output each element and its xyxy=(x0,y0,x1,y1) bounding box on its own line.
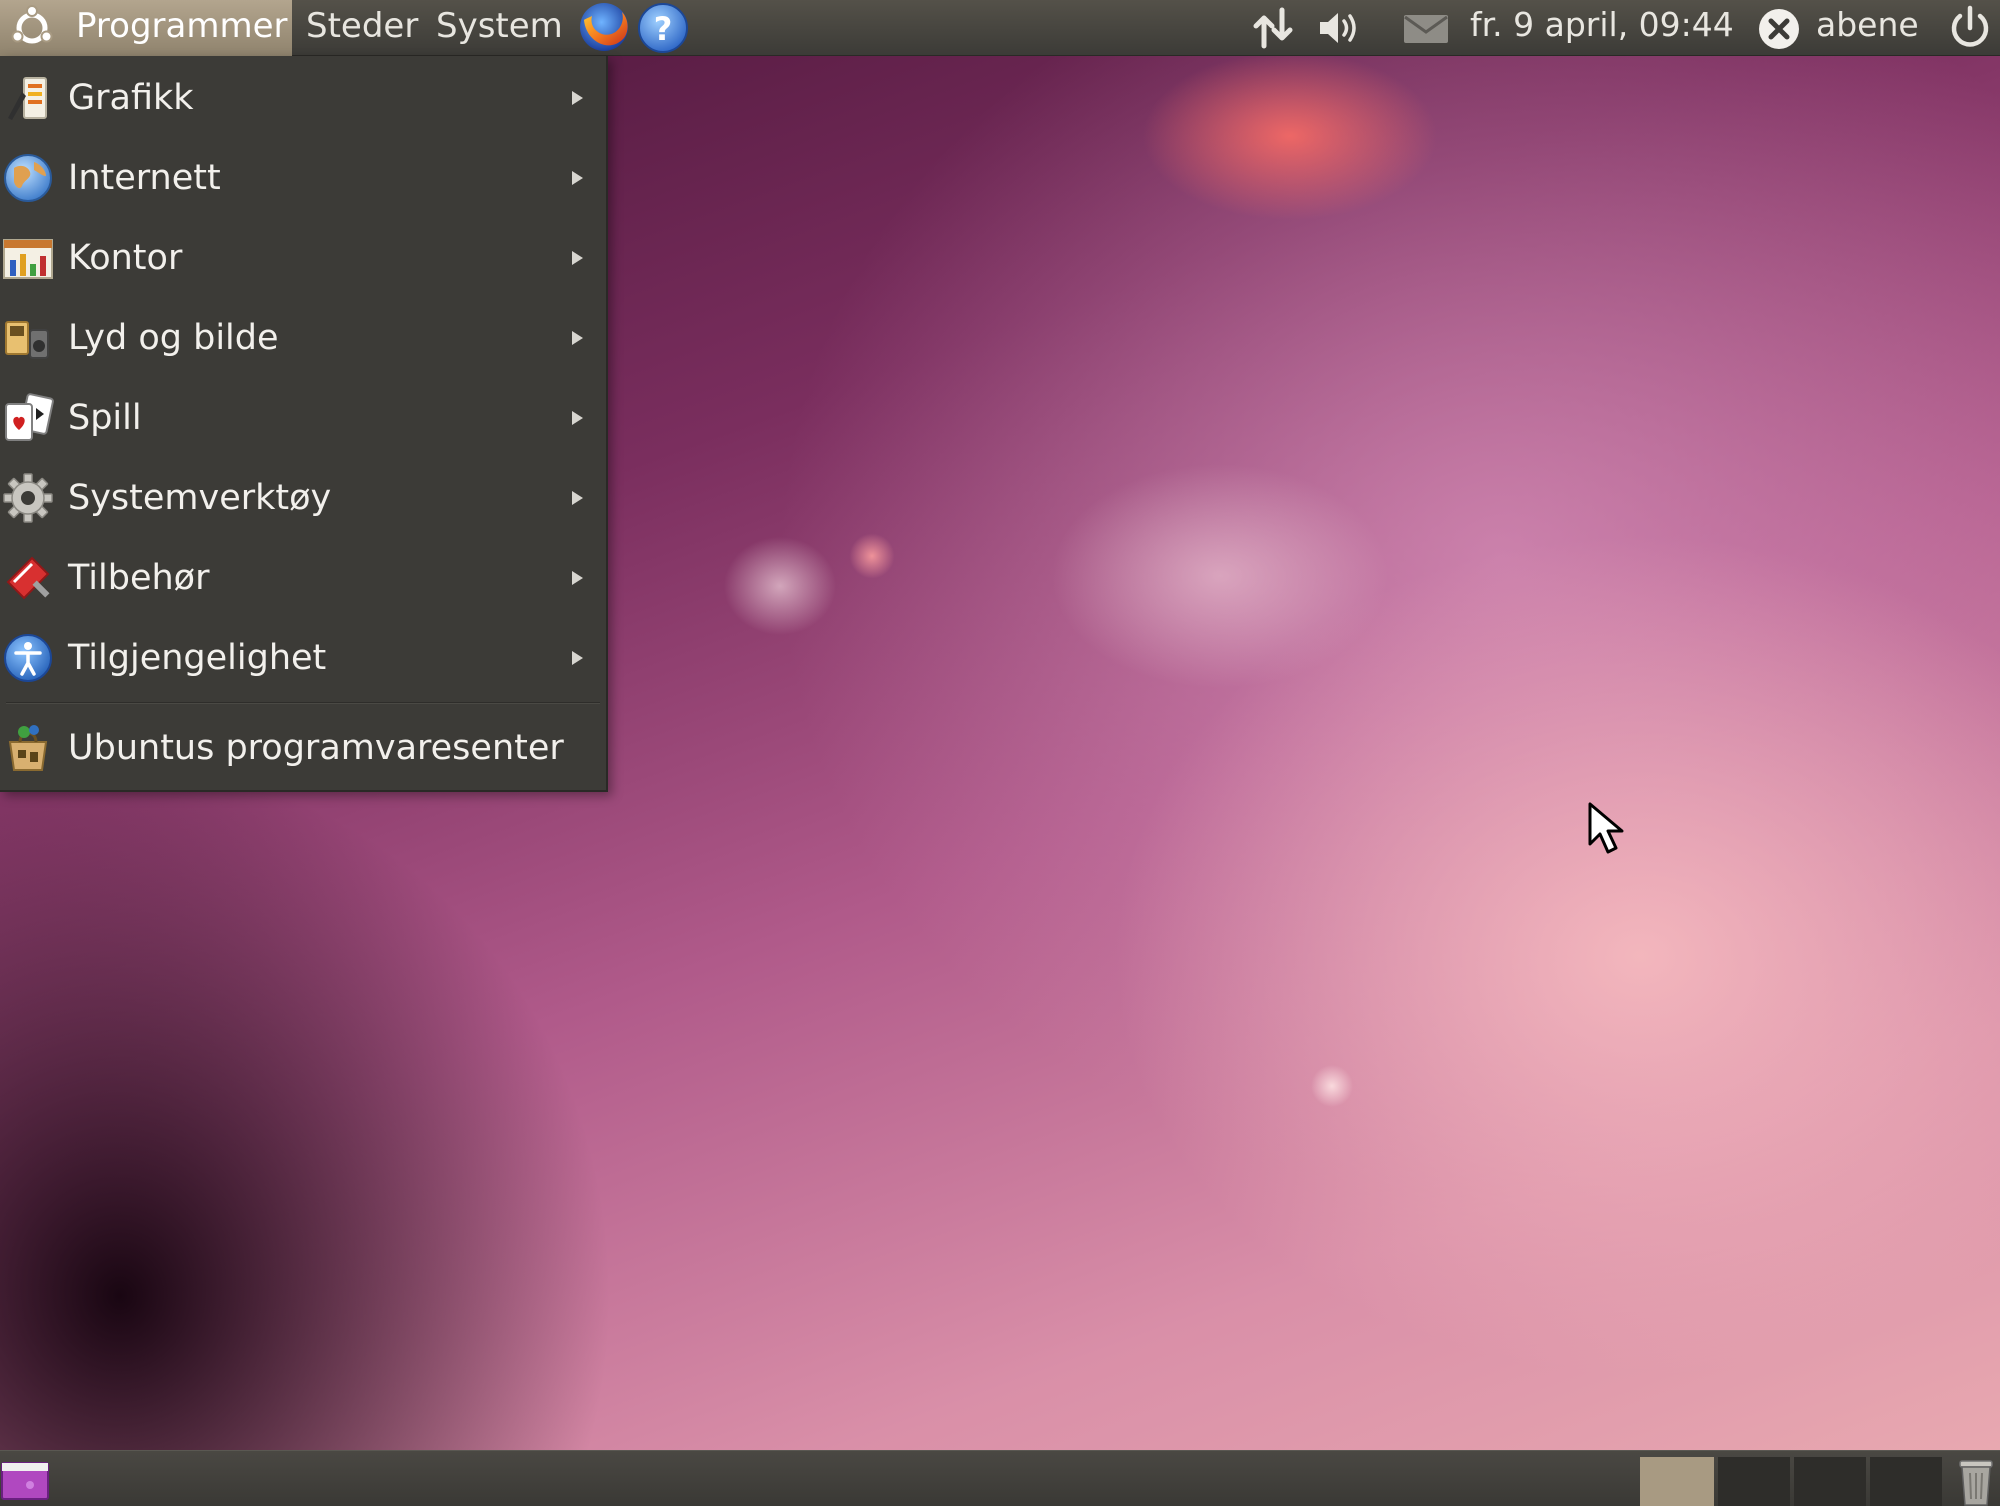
menu-item-system-tools[interactable]: Systemverktøy xyxy=(0,458,606,538)
menu-item-label: Tilbehør xyxy=(68,558,210,598)
office-icon xyxy=(3,239,53,279)
user-status-icon[interactable] xyxy=(1756,6,1802,52)
submenu-arrow-icon xyxy=(572,251,583,265)
programs-menu-label: Programmer xyxy=(76,6,288,46)
show-desktop-icon[interactable] xyxy=(0,1459,52,1503)
menu-item-accessories[interactable]: Tilbehør xyxy=(0,538,606,618)
submenu-arrow-icon xyxy=(572,331,583,345)
menu-item-label: Systemverktøy xyxy=(68,478,332,518)
workspace-2[interactable] xyxy=(1718,1457,1790,1506)
mouse-pointer-icon xyxy=(1588,802,1624,854)
places-menu-button[interactable]: Steder xyxy=(296,0,428,56)
menu-item-software-center[interactable]: Ubuntus programvaresenter xyxy=(0,708,606,788)
submenu-arrow-icon xyxy=(572,171,583,185)
menu-item-internet[interactable]: Internett xyxy=(0,138,606,218)
menu-item-label: Internett xyxy=(68,158,221,198)
graphics-icon xyxy=(8,77,47,120)
trash-icon[interactable] xyxy=(1954,1455,1998,1506)
software-center-icon xyxy=(8,725,48,771)
menu-item-label: Ubuntus programvaresenter xyxy=(68,728,564,768)
menu-item-label: Grafikk xyxy=(68,78,194,118)
network-icon[interactable] xyxy=(1250,6,1298,50)
bottom-panel xyxy=(0,1450,2000,1506)
menu-item-graphics[interactable]: Grafikk xyxy=(0,58,606,138)
menu-item-label: Spill xyxy=(68,398,142,438)
menu-item-label: Lyd og bilde xyxy=(68,318,279,358)
accessibility-icon xyxy=(4,634,52,682)
workspace-4[interactable] xyxy=(1870,1457,1942,1506)
system-menu-label: System xyxy=(436,6,563,46)
menu-item-office[interactable]: Kontor xyxy=(0,218,606,298)
svg-text:?: ? xyxy=(654,10,673,48)
workspace-3[interactable] xyxy=(1794,1457,1866,1506)
workspace-1[interactable] xyxy=(1640,1457,1714,1506)
system-menu-button[interactable]: System xyxy=(426,0,573,56)
submenu-arrow-icon xyxy=(572,651,583,665)
menu-item-accessibility[interactable]: Tilgjengelighet xyxy=(0,618,606,698)
places-menu-label: Steder xyxy=(306,6,419,46)
programs-menu: Grafikk Internett Kontor Lyd og bilde Sp… xyxy=(0,56,608,792)
accessories-icon xyxy=(6,556,50,600)
mail-icon[interactable] xyxy=(1402,12,1450,46)
menu-item-games[interactable]: Spill xyxy=(0,378,606,458)
globe-icon xyxy=(4,154,52,202)
submenu-arrow-icon xyxy=(572,411,583,425)
clock-label[interactable]: fr. 9 april, 09:44 xyxy=(1470,0,1734,56)
firefox-icon[interactable] xyxy=(574,0,634,56)
ubuntu-logo-icon xyxy=(11,5,53,44)
menu-item-label: Kontor xyxy=(68,238,183,278)
top-panel: Programmer Steder System ? fr. 9 april, … xyxy=(0,0,2000,56)
help-icon[interactable]: ? xyxy=(636,2,690,54)
submenu-arrow-icon xyxy=(572,491,583,505)
power-icon[interactable] xyxy=(1946,4,1994,52)
menu-item-label: Tilgjengelighet xyxy=(68,638,327,678)
menu-separator xyxy=(6,702,600,704)
gear-icon xyxy=(3,473,53,523)
submenu-arrow-icon xyxy=(572,571,583,585)
username-label[interactable]: abene xyxy=(1816,0,1919,56)
submenu-arrow-icon xyxy=(572,91,583,105)
volume-icon[interactable] xyxy=(1316,8,1364,48)
multimedia-icon xyxy=(5,321,49,359)
menu-item-multimedia[interactable]: Lyd og bilde xyxy=(0,298,606,378)
cards-icon xyxy=(5,393,54,441)
